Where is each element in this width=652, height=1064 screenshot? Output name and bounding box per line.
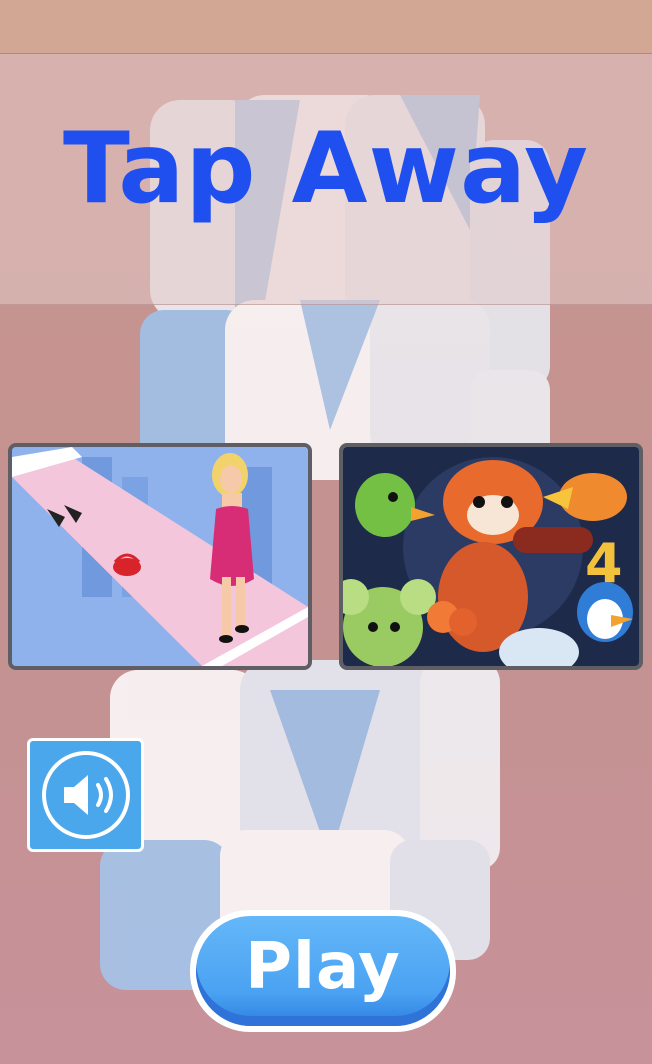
runway-game-thumbnail[interactable] — [8, 443, 312, 670]
animal-fight-game-thumbnail[interactable]: 4 — [339, 443, 643, 670]
sound-toggle-button[interactable] — [27, 738, 144, 852]
speaker-icon — [41, 751, 130, 839]
play-button-face: Play — [196, 916, 450, 1026]
game-title: Tap Away — [63, 112, 589, 226]
play-button[interactable]: Play — [190, 910, 456, 1032]
green-bird-icon — [355, 473, 415, 537]
play-button-label: Play — [245, 930, 401, 1004]
